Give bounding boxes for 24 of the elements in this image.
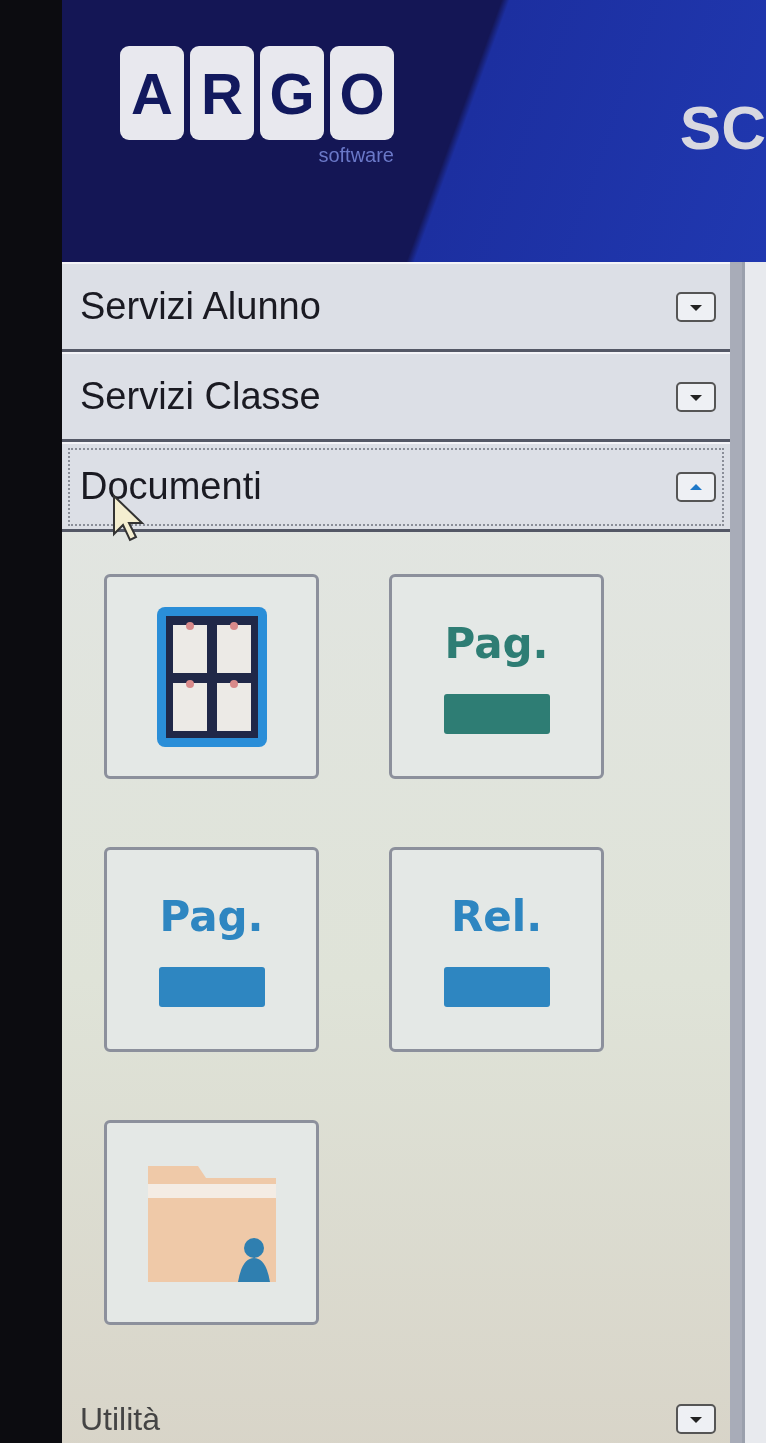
tile-label: Pag. <box>444 619 549 668</box>
folder-tile[interactable] <box>104 1120 319 1325</box>
section-label: Servizi Classe <box>80 375 321 418</box>
section-label: Servizi Alunno <box>80 285 321 328</box>
logo-letter: A <box>120 46 184 140</box>
document-tile[interactable]: Pag. <box>389 574 604 779</box>
section-label: Utilità <box>80 1400 160 1438</box>
logo-letter: R <box>190 46 254 140</box>
accordion-header[interactable]: Utilità <box>62 1379 730 1443</box>
logo-letter: O <box>330 46 394 140</box>
logo-subtitle: software <box>318 144 394 167</box>
toggle-button[interactable] <box>676 381 716 412</box>
page-title: SC <box>679 92 766 163</box>
tile-label: Pag. <box>159 892 264 941</box>
tile-label: Rel. <box>450 892 543 941</box>
section-label: Documenti <box>80 465 262 508</box>
toggle-button[interactable] <box>676 1404 716 1434</box>
toggle-button[interactable] <box>676 471 716 502</box>
accordion-header[interactable]: Servizi Alunno <box>62 262 730 352</box>
logo-letter: G <box>260 46 324 140</box>
noticeboard-icon <box>156 606 267 747</box>
accordion-header[interactable]: Servizi Classe <box>62 352 730 442</box>
board-tile[interactable] <box>104 574 319 779</box>
toggle-button[interactable] <box>676 291 716 322</box>
